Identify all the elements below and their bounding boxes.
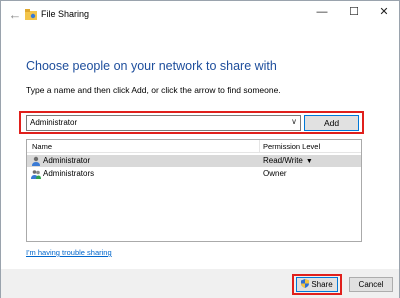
share-label: Share [311, 280, 333, 289]
page-heading: Choose people on your network to share w… [26, 59, 277, 73]
maximize-button[interactable]: ☐ [339, 1, 369, 23]
permission-dropdown[interactable]: Read/Write ▼ [263, 156, 313, 165]
dropdown-arrow-icon[interactable]: ▼ [306, 158, 313, 165]
chevron-down-icon[interactable]: ∨ [291, 117, 297, 126]
window-title: File Sharing [41, 9, 90, 19]
back-arrow-icon[interactable]: ← [7, 7, 23, 23]
name-combo-box[interactable]: Administrator ∨ [26, 115, 301, 131]
column-divider[interactable] [259, 140, 260, 153]
title-bar: ← File Sharing — ☐ ✕ [1, 1, 399, 29]
row-name: Administrator [43, 156, 91, 165]
column-header-permission[interactable]: Permission Level [263, 142, 320, 151]
add-button[interactable]: Add [304, 115, 359, 131]
name-combo-value[interactable]: Administrator [30, 118, 77, 127]
column-header-name[interactable]: Name [32, 142, 52, 151]
instructions-text: Type a name and then click Add, or click… [26, 85, 281, 95]
cancel-button[interactable]: Cancel [349, 277, 393, 292]
user-icon [32, 156, 40, 166]
minimize-button[interactable]: — [307, 1, 337, 23]
close-button[interactable]: ✕ [369, 1, 399, 23]
list-row-administrators[interactable]: Administrators Owner [27, 168, 361, 180]
file-sharing-window: ← File Sharing — ☐ ✕ Choose people on yo… [0, 0, 400, 298]
row-permission: Owner [263, 169, 287, 178]
folder-share-icon [25, 9, 37, 20]
group-icon [31, 170, 41, 179]
row-name: Administrators [43, 169, 95, 178]
row-permission: Read/Write [263, 156, 303, 165]
list-header: Name Permission Level [27, 140, 361, 153]
list-row-administrator[interactable]: Administrator Read/Write ▼ [27, 155, 361, 167]
trouble-sharing-link[interactable]: I'm having trouble sharing [26, 248, 112, 257]
uac-shield-icon [301, 279, 310, 288]
share-list[interactable]: Name Permission Level Administrator Read… [26, 139, 362, 242]
share-button[interactable]: Share [296, 277, 338, 292]
